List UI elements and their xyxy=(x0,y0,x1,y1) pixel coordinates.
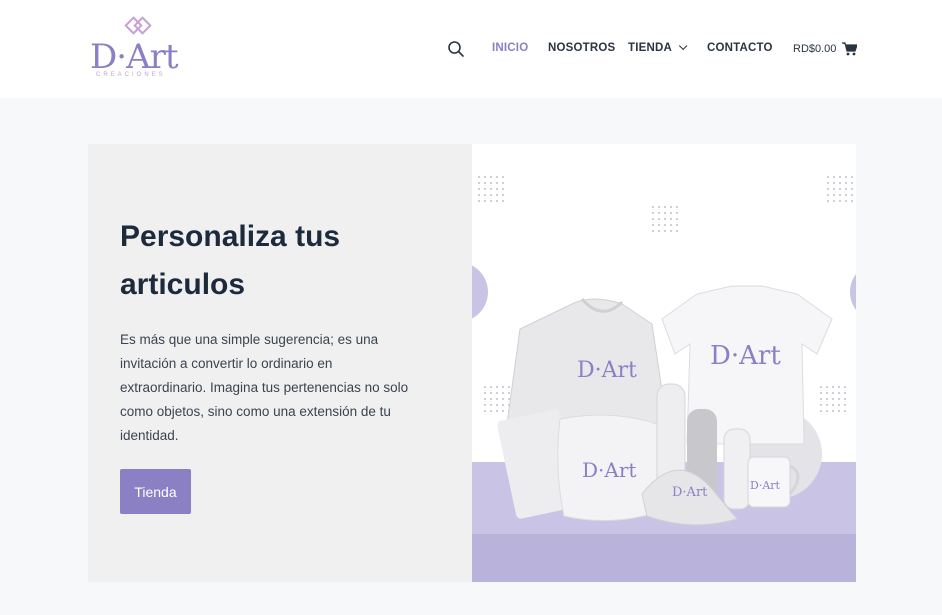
nav-item-inicio[interactable]: INICIO xyxy=(492,42,528,54)
search-icon[interactable] xyxy=(447,40,465,58)
hero-product-image: D·Art D·Art D·Art D·Art D·Art xyxy=(472,144,856,582)
site-header: D·Art CREACIONES INICIO NOSOTROS TIENDA … xyxy=(0,0,942,98)
merch-illustration: D·Art D·Art D·Art D·Art D·Art xyxy=(497,285,833,526)
logo-mark-icon xyxy=(124,16,152,35)
logo-text: D·Art xyxy=(90,37,179,77)
cart-total[interactable]: RD$0.00 xyxy=(793,43,836,55)
hero-text-panel: Personaliza tus articulos Es más que una… xyxy=(88,144,472,582)
site-logo[interactable]: D·Art CREACIONES xyxy=(88,16,194,82)
hero-title: Personaliza tus articulos xyxy=(120,220,341,301)
nav-item-tienda-label: TIENDA xyxy=(628,42,673,54)
chevron-down-icon xyxy=(678,41,688,51)
logo-subtitle: CREACIONES xyxy=(96,72,166,78)
pillow-logo: D·Art xyxy=(582,458,636,482)
nav-item-tienda[interactable]: TIENDA xyxy=(628,41,688,54)
hero-section: Personaliza tus articulos Es más que una… xyxy=(88,144,856,582)
mug-logo: D·Art xyxy=(750,479,781,492)
hero-description: Es más que una simple sugerencia; es una… xyxy=(120,332,409,443)
hoodie-logo: D·Art xyxy=(577,358,637,383)
cap-logo: D·Art xyxy=(672,485,708,500)
cart-icon[interactable] xyxy=(842,42,857,56)
nav-item-contacto[interactable]: CONTACTO xyxy=(707,42,773,54)
shop-button[interactable]: Tienda xyxy=(120,469,191,514)
nav-item-nosotros[interactable]: NOSOTROS xyxy=(548,42,615,54)
tshirt-logo: D·Art xyxy=(710,341,781,371)
